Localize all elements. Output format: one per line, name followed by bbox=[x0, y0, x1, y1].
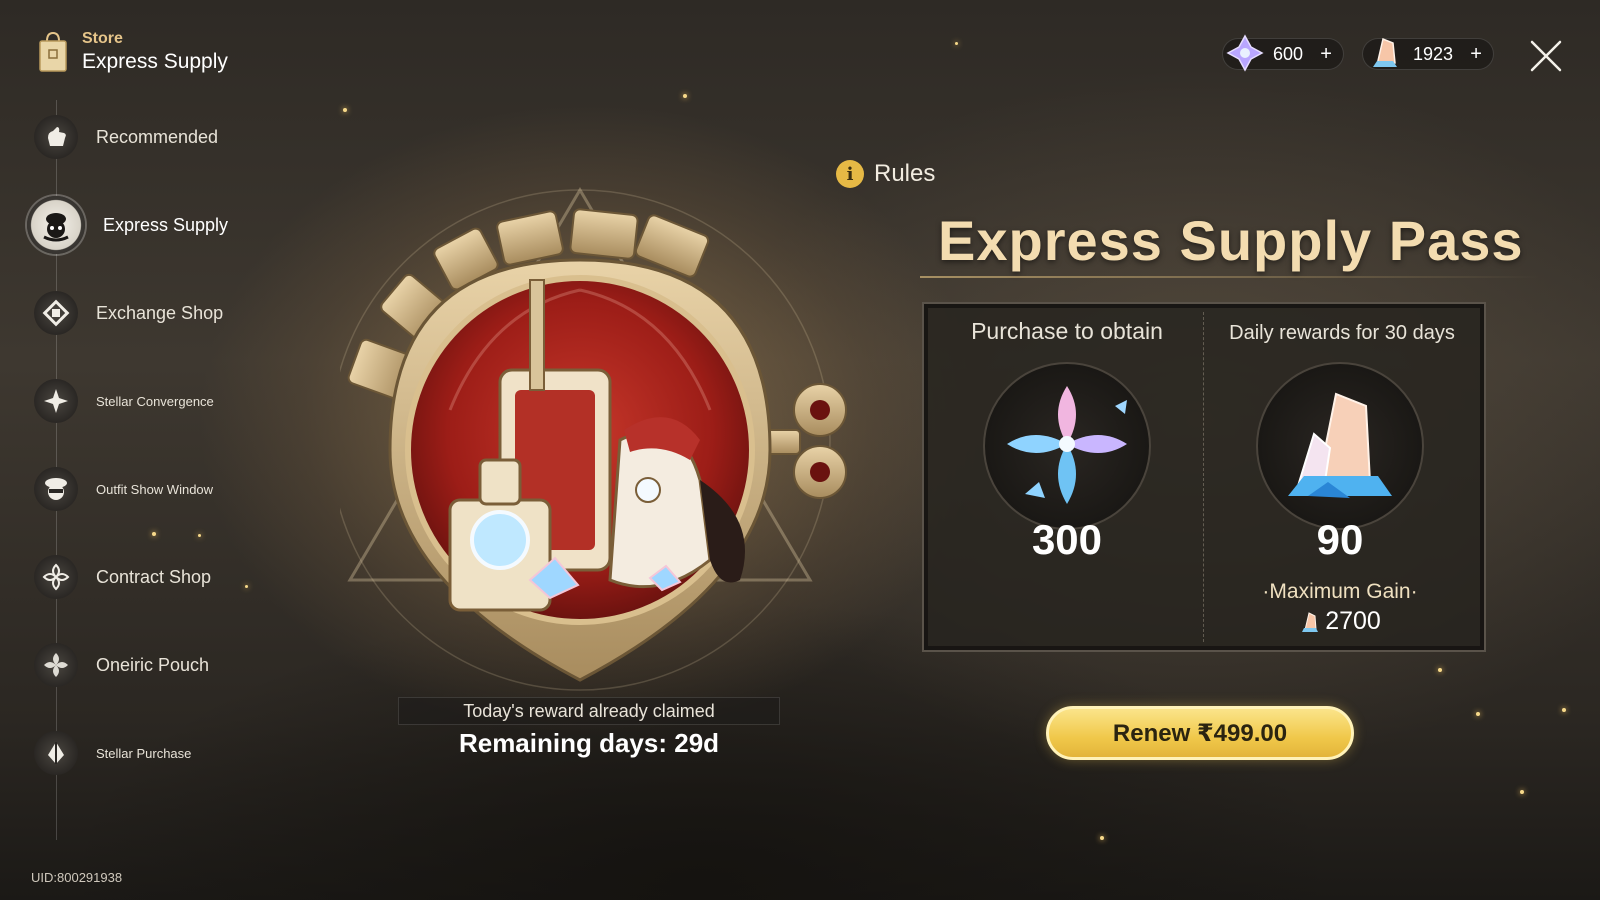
oneiric-shard-counter: 1923 + bbox=[1362, 37, 1495, 70]
sidebar-item-stellar-convergence[interactable]: Stellar Convergence bbox=[34, 376, 214, 426]
sidebar-item-label: Recommended bbox=[96, 126, 219, 147]
renew-button[interactable]: Renew ₹499.00 bbox=[1046, 706, 1354, 760]
daily-reward-amount: 90 bbox=[1316, 516, 1364, 563]
sparkle bbox=[343, 108, 347, 112]
purchase-reward-amount: 300 bbox=[1031, 516, 1103, 563]
maximum-gain-label: ·Maximum Gain· bbox=[1262, 580, 1418, 603]
hand-icon bbox=[34, 115, 78, 159]
shopping-bag-icon bbox=[39, 31, 67, 72]
maximum-gain-amount: 2700 bbox=[1325, 607, 1381, 635]
exchange-icon bbox=[34, 291, 78, 335]
store-category: Store bbox=[82, 30, 123, 47]
sidebar-item-oneiric-pouch[interactable]: Oneiric Pouch bbox=[34, 640, 209, 690]
sparkle bbox=[1562, 708, 1566, 712]
daily-column-title: Daily rewards for 30 days bbox=[1229, 322, 1455, 344]
stellar-jade-amount: 600 bbox=[1273, 43, 1304, 64]
stellar-jade-counter: 600 + bbox=[1222, 34, 1345, 72]
oneiric-shard-amount: 1923 bbox=[1413, 43, 1454, 64]
maximum-gain-value: 2700 bbox=[1240, 607, 1440, 636]
oneiric-icon bbox=[34, 643, 78, 687]
add-oneiric-shard-button[interactable]: + bbox=[1467, 43, 1485, 66]
purchase-column-title: Purchase to obtain bbox=[971, 318, 1163, 344]
sparkle bbox=[683, 94, 687, 98]
claimed-status-bar: Today's reward already claimed bbox=[398, 697, 780, 725]
express-supply-medallion bbox=[340, 187, 847, 691]
sidebar-item-contract-shop[interactable]: Contract Shop bbox=[34, 552, 211, 602]
remaining-days-label: Remaining days: 29d bbox=[458, 728, 720, 758]
rules-label: Rules bbox=[874, 160, 936, 187]
sidebar-item-label: Express Supply bbox=[103, 214, 229, 235]
sidebar-item-label: Stellar Purchase bbox=[96, 745, 192, 761]
oneiric-shard-icon bbox=[1007, 386, 1127, 504]
sparkle bbox=[245, 585, 248, 588]
title-underline bbox=[920, 276, 1540, 278]
conductor-icon bbox=[27, 196, 85, 254]
sidebar-item-express-supply[interactable]: Express Supply bbox=[27, 196, 229, 254]
daily-reward-slot bbox=[1256, 362, 1424, 530]
sparkle bbox=[1438, 668, 1442, 672]
sparkle bbox=[955, 42, 958, 45]
sparkle bbox=[1476, 712, 1480, 716]
stellar-jade-icon bbox=[1226, 34, 1264, 72]
store-page-title: Express Supply bbox=[82, 50, 228, 73]
panel-divider bbox=[1203, 312, 1204, 642]
star-flower-icon bbox=[34, 379, 78, 423]
sidebar-item-outfit-show-window[interactable]: Outfit Show Window bbox=[34, 464, 213, 514]
sparkle bbox=[1100, 836, 1104, 840]
add-stellar-jade-button[interactable]: + bbox=[1317, 43, 1335, 66]
purchase-reward-slot bbox=[983, 362, 1151, 530]
oneiric-shard-icon bbox=[1302, 611, 1319, 632]
renew-button-label: Renew ₹499.00 bbox=[1112, 719, 1288, 747]
sidebar-item-exchange-shop[interactable]: Exchange Shop bbox=[34, 288, 223, 338]
sparkle bbox=[152, 532, 156, 536]
uid-label: UID:800291938 bbox=[31, 870, 123, 885]
sparkle bbox=[198, 534, 201, 537]
sidebar-item-recommended[interactable]: Recommended bbox=[34, 112, 218, 162]
sparkle bbox=[1520, 790, 1524, 794]
sidebar-item-label: Contract Shop bbox=[96, 566, 212, 587]
stellar-jade-icon bbox=[1288, 392, 1392, 498]
rules-button[interactable]: i Rules bbox=[836, 160, 935, 188]
oneiric-shard-icon bbox=[1373, 37, 1397, 67]
outfit-icon bbox=[34, 467, 78, 511]
sidebar-item-label: Exchange Shop bbox=[96, 302, 224, 323]
sidebar-item-label: Stellar Convergence bbox=[96, 393, 214, 409]
store-header: Store Express Supply bbox=[38, 30, 228, 74]
stellar-purchase-icon bbox=[34, 731, 78, 775]
close-icon[interactable] bbox=[1530, 40, 1562, 72]
info-icon: i bbox=[836, 160, 864, 188]
contract-icon bbox=[34, 555, 78, 599]
page-title: Express Supply Pass bbox=[938, 209, 1524, 272]
sidebar-item-label: Oneiric Pouch bbox=[96, 654, 210, 675]
sidebar-item-stellar-purchase[interactable]: Stellar Purchase bbox=[34, 728, 191, 778]
sidebar-item-label: Outfit Show Window bbox=[96, 481, 214, 497]
